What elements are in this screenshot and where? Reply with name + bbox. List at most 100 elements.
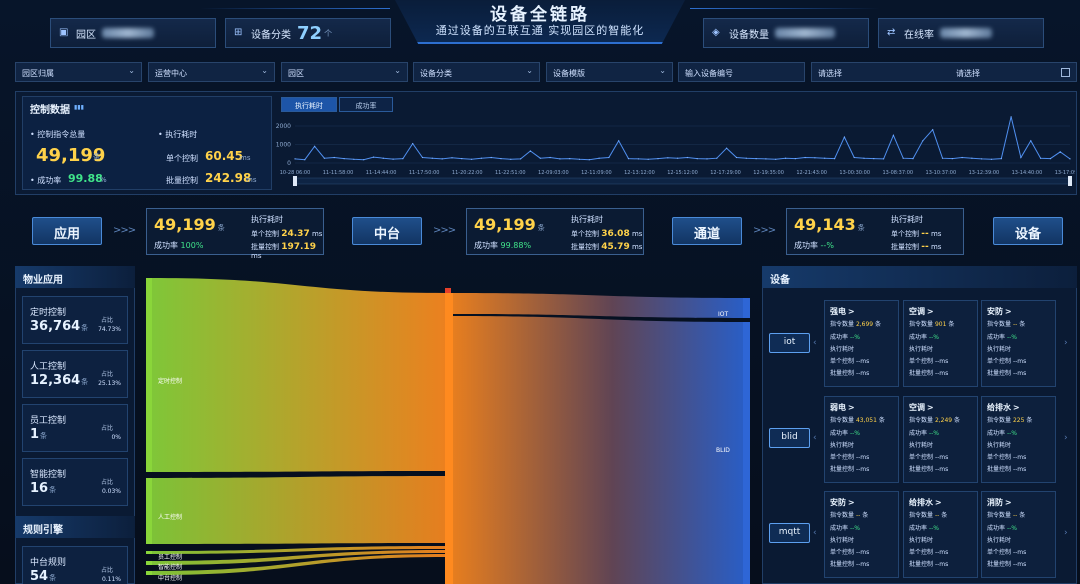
kpi-online-rate-blurred [940, 28, 992, 38]
device-cmd-label: 指令数量 [909, 321, 934, 329]
device-batch-value: --ms [934, 561, 949, 569]
chart-x-tick: 11-11:58:00 [323, 170, 354, 176]
device-cmd-unit: 条 [954, 417, 961, 425]
device-rate-row: 成功率 --% [987, 428, 1055, 440]
success-rate-label: • 成功率 [30, 176, 62, 185]
flow-stat-channel-batch-label: 批量控制 [891, 243, 919, 251]
exec-time-line-chart[interactable]: 2000 1000 0 10-28 06:00 11-11:58:00 11-14:44:… [275, 116, 1075, 190]
device-card[interactable]: 强电 > 指令数量 2,699 条成功率 --% 执行耗时 单个控制 --ms 批量控制… [824, 300, 899, 387]
chevron-left-icon[interactable]: ‹ [813, 528, 817, 538]
filter-ops-center[interactable]: 运营中心 ⌄ [148, 62, 275, 82]
device-single-row: 单个控制 --ms [830, 356, 898, 368]
rule-value: 54条 [30, 569, 56, 584]
device-rate-label: 成功率 [909, 524, 928, 532]
device-batch-value: --ms [855, 466, 870, 474]
filter-park-label: 园区 [288, 69, 304, 78]
chart-x-tick: 12-17:29:00 [710, 170, 741, 176]
kpi-device-count[interactable]: ◈ 设备数量 [703, 18, 869, 48]
app-card-staff[interactable]: 员工控制 1条 占比 0% [22, 404, 128, 452]
filter-device-category-label: 设备分类 [420, 69, 452, 78]
device-batch-value: --ms [1012, 466, 1027, 474]
app-value-number: 16 [30, 481, 49, 496]
chevron-right-icon[interactable]: › [1064, 433, 1068, 443]
device-exec-label: 执行耗时 [909, 345, 934, 353]
chevron-left-icon[interactable]: ‹ [813, 433, 817, 443]
rule-card-mid[interactable]: 中台规则 54条 占比 0.11% [22, 546, 128, 584]
chart-point [873, 158, 875, 160]
device-card[interactable]: 弱电 > 指令数量 43,051 条成功率 --% 执行耗时 单个控制 --ms 批量控… [824, 396, 899, 483]
chart-point [333, 156, 335, 159]
filter-park-owner[interactable]: 园区归属 ⌄ [15, 62, 142, 82]
page-subtitle: 通过设备的互联互通 实现园区的智能化 [435, 24, 645, 37]
device-category-name: 安防 [987, 307, 1003, 316]
protocol-mqtt-button[interactable]: mqtt [769, 523, 810, 543]
app-card-smart[interactable]: 智能控制 16条 占比 0.03% [22, 458, 128, 506]
device-single-row: 单个控制 --ms [987, 452, 1055, 464]
kpi-park[interactable]: ▣ 园区 [50, 18, 216, 48]
device-batch-label: 批量控制 [830, 370, 855, 378]
device-batch-label: 批量控制 [909, 466, 934, 474]
flow-device-button[interactable]: 设备 [993, 217, 1063, 245]
app-card-timed[interactable]: 定时控制 36,764条 占比 74.73% [22, 296, 128, 344]
chart-point [627, 158, 630, 160]
date-range-picker[interactable]: 请选择 请选择 [811, 62, 1077, 82]
device-rate-row: 成功率 --% [909, 523, 977, 535]
tab-exec-time[interactable]: 执行耗时 [281, 97, 337, 112]
device-single-label: 单个控制 [909, 454, 934, 462]
flow-channel-button[interactable]: 通道 [672, 217, 742, 245]
device-card[interactable]: 给排水 > 指令数量 -- 条成功率 --% 执行耗时 单个控制 --ms 批量控制 -… [903, 491, 978, 578]
chevron-right-icon[interactable]: › [1064, 338, 1068, 348]
device-single-value: --ms [934, 358, 949, 366]
calendar-icon [1061, 68, 1070, 77]
sankey-node-blid [743, 322, 750, 584]
device-rate-value: --% [1006, 524, 1017, 532]
chevron-left-icon[interactable]: ‹ [813, 338, 817, 348]
filter-device-category[interactable]: 设备分类 ⌄ [413, 62, 540, 82]
chart-point [902, 157, 904, 159]
tab-success-rate[interactable]: 成功率 [339, 97, 393, 112]
device-cmd-unit: 条 [862, 512, 869, 520]
device-cmd-unit: 条 [1026, 417, 1033, 425]
device-card[interactable]: 空调 > 指令数量 2,249 条成功率 --% 执行耗时 单个控制 --ms 批量控制… [903, 396, 978, 483]
filter-park[interactable]: 园区 ⌄ [281, 62, 408, 82]
device-cmd-value: -- [855, 512, 861, 520]
device-rate-label: 成功率 [830, 429, 849, 437]
device-exec-label: 执行耗时 [830, 536, 855, 544]
chart-point [353, 158, 355, 160]
flow-mid-button[interactable]: 中台 [352, 217, 422, 245]
sankey-node-manual [146, 478, 152, 544]
device-card[interactable]: 消防 > 指令数量 -- 条成功率 --% 执行耗时 单个控制 --ms 批量控制 --… [981, 491, 1056, 578]
device-cmd-label: 指令数量 [987, 512, 1012, 520]
flow-app-button[interactable]: 应用 [32, 217, 102, 245]
device-single-label: 单个控制 [909, 358, 934, 366]
protocol-iot-button[interactable]: iot [769, 333, 810, 353]
chart-point [421, 156, 424, 159]
sankey-label-iot: IOT [718, 311, 728, 318]
kpi-online-rate-label: 在线率 [904, 29, 934, 41]
device-card[interactable]: 给排水 > 指令数量 225 条成功率 --% 执行耗时 单个控制 --ms 批量控制 … [981, 396, 1056, 483]
app-card-manual[interactable]: 人工控制 12,364条 占比 25.13% [22, 350, 128, 398]
device-number-placeholder: 输入设备编号 [685, 69, 733, 78]
protocol-blid-button[interactable]: blid [769, 428, 810, 448]
device-cmd-label: 指令数量 [987, 417, 1012, 425]
chevron-right-icon[interactable]: › [1064, 528, 1068, 538]
device-exec-label: 执行耗时 [830, 441, 855, 449]
device-number-input[interactable]: 输入设备编号 [678, 62, 805, 82]
device-single-label: 单个控制 [987, 454, 1012, 462]
chart-point [490, 156, 492, 159]
flow-arrow-3: >>> [753, 225, 776, 236]
device-card[interactable]: 安防 > 指令数量 -- 条成功率 --% 执行耗时 单个控制 --ms 批量控制 --… [981, 300, 1056, 387]
device-cmd-label: 指令数量 [830, 321, 855, 329]
kpi-online-rate[interactable]: ⇄ 在线率 [878, 18, 1044, 48]
app-value-unit: 条 [81, 378, 89, 386]
flow-stat-channel-batch-unit: ms [930, 243, 942, 251]
device-card[interactable]: 空调 > 指令数量 901 条成功率 --% 执行耗时 单个控制 --ms 批量控制 -… [903, 300, 978, 387]
chart-y-tick: 0 [287, 160, 291, 167]
device-card[interactable]: 安防 > 指令数量 -- 条成功率 --% 执行耗时 单个控制 --ms 批量控制 --… [824, 491, 899, 578]
device-exec-label: 执行耗时 [830, 345, 855, 353]
filter-device-template[interactable]: 设备模版 ⌄ [546, 62, 673, 82]
chart-point [647, 158, 649, 160]
kpi-category[interactable]: ⊞ 设备分类 72 个 [225, 18, 391, 48]
chart-point [363, 159, 365, 161]
device-single-value: --ms [855, 454, 870, 462]
